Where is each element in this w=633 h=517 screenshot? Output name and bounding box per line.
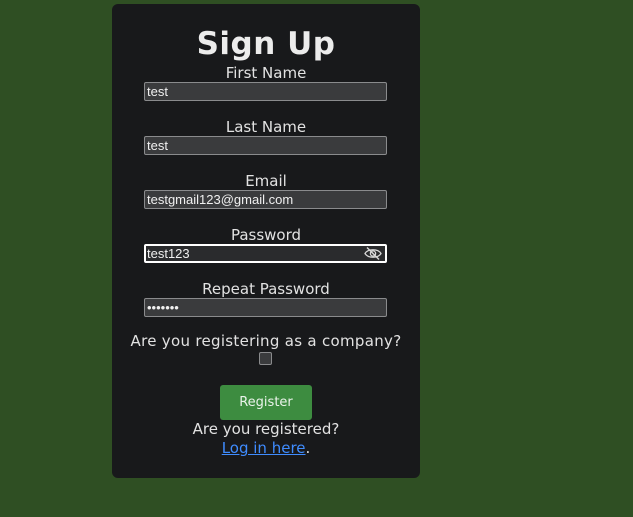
password-label: Password <box>230 226 302 244</box>
password-field[interactable]: test123 <box>144 244 387 263</box>
signup-card: Sign Up First Name test Last Name test E… <box>112 4 420 478</box>
login-link[interactable]: Log in here <box>222 439 306 457</box>
registered-question: Are you registered? <box>192 420 340 438</box>
page-title: Sign Up <box>196 26 336 62</box>
company-question: Are you registering as a company? <box>130 332 402 350</box>
last-name-field[interactable]: test <box>144 136 387 155</box>
last-name-label: Last Name <box>225 118 307 136</box>
eye-slash-icon[interactable] <box>363 246 383 261</box>
email-label: Email <box>245 172 287 190</box>
first-name-field[interactable]: test <box>144 82 387 101</box>
email-field[interactable]: testgmail123@gmail.com <box>144 190 387 209</box>
register-button[interactable]: Register <box>220 385 312 420</box>
login-suffix: . <box>305 439 311 457</box>
login-line: Log in here. <box>112 439 420 458</box>
repeat-password-label: Repeat Password <box>202 280 330 298</box>
password-value: test123 <box>147 246 190 261</box>
company-checkbox[interactable] <box>259 352 272 365</box>
first-name-label: First Name <box>225 64 307 82</box>
repeat-password-field[interactable]: ••••••• <box>144 298 387 317</box>
